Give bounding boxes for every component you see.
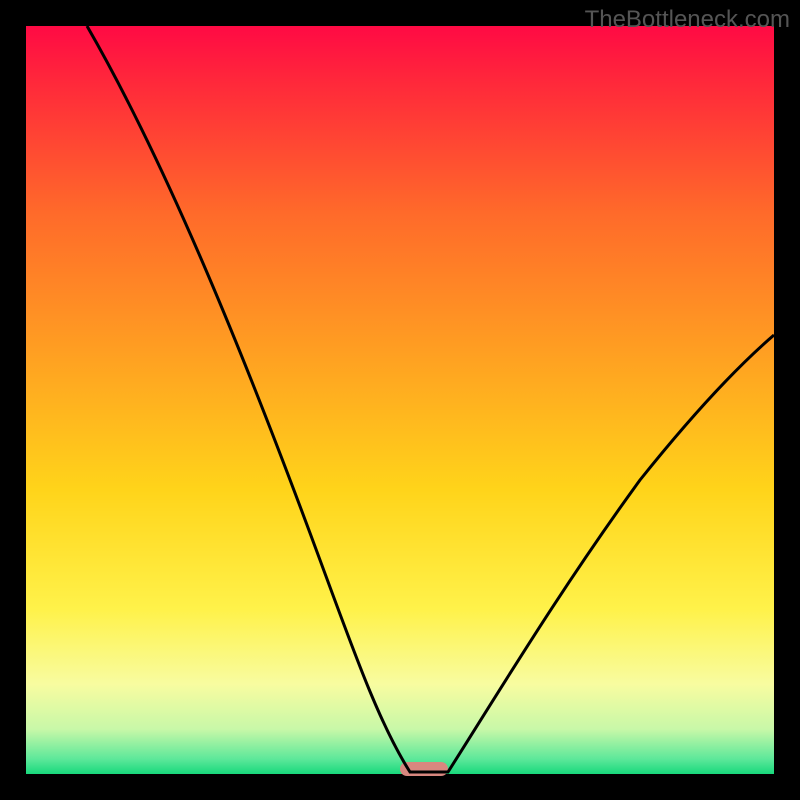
chart-container: TheBottleneck.com: [0, 0, 800, 800]
watermark-text: TheBottleneck.com: [585, 6, 790, 34]
bottleneck-chart: [0, 0, 800, 800]
plot-background: [26, 26, 774, 774]
